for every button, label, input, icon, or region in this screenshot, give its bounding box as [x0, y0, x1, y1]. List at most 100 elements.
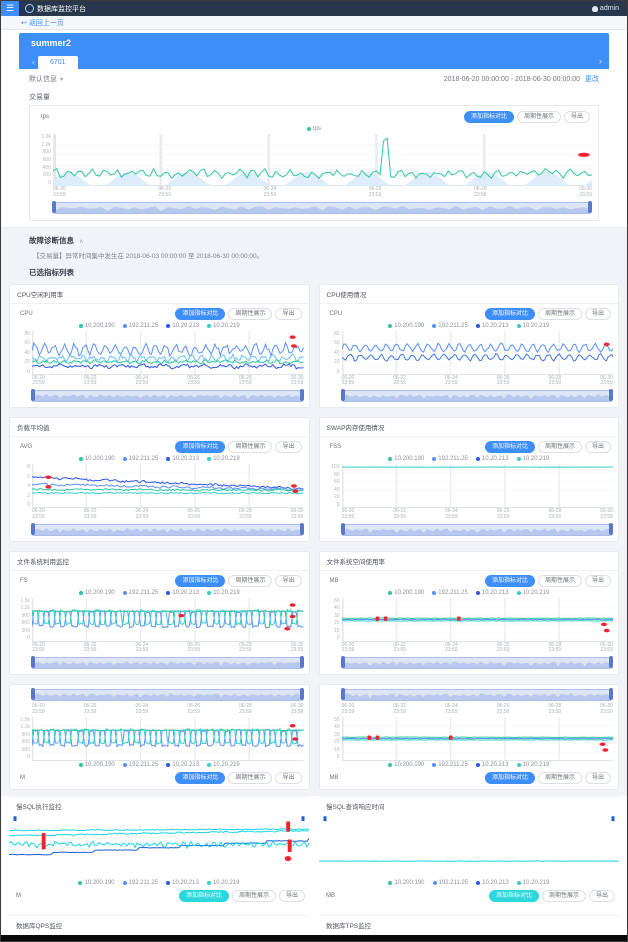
metric-chart[interactable]: 10.200.190192.211.2510.20.21310.20.21910…: [325, 455, 614, 536]
tps-chart[interactable]: tps1.2k1.0k800600400200006-2023:5906-222…: [36, 125, 592, 214]
legend-item[interactable]: 192.211.25: [432, 323, 468, 329]
legend-item[interactable]: 192.211.25: [432, 762, 468, 768]
export-button[interactable]: 导出: [585, 308, 611, 320]
brush-handle-left[interactable]: [341, 389, 345, 401]
add-compare-button[interactable]: 添加指标对比: [485, 575, 535, 587]
periodic-display-button[interactable]: 周期性展示: [538, 441, 582, 453]
legend-item[interactable]: 192.211.25: [433, 880, 469, 886]
metric-chart[interactable]: 06-2023:5906-2223:5906-2423:5906-2623:59…: [325, 689, 614, 770]
datazoom-slider[interactable]: [342, 657, 613, 669]
legend-item[interactable]: 10.20.219: [207, 880, 240, 886]
legend-item[interactable]: 10.20.213: [476, 590, 509, 596]
chart-canvas[interactable]: [342, 464, 614, 508]
legend-item[interactable]: 10.20.219: [207, 762, 240, 768]
metric-chart[interactable]: 10.200.190192.211.2510.20.21310.20.21950…: [325, 589, 614, 670]
brush-handle-right[interactable]: [609, 523, 613, 535]
add-compare-button[interactable]: 添加指标对比: [485, 308, 535, 320]
chart-canvas[interactable]: [32, 717, 304, 761]
hamburger-menu-icon[interactable]: ☰: [1, 1, 19, 16]
legend-item[interactable]: 10.20.219: [207, 456, 240, 462]
brush-handle-right[interactable]: [300, 523, 304, 535]
legend-item[interactable]: 192.211.25: [123, 880, 159, 886]
legend-item[interactable]: 10.200.190: [79, 456, 115, 462]
export-button[interactable]: 导出: [275, 575, 301, 587]
legend-item[interactable]: 10.200.190: [78, 880, 114, 886]
legend-item[interactable]: 10.20.219: [207, 323, 240, 329]
metric-chart[interactable]: 10.200.190192.211.2510.20.21310.20.21986…: [15, 455, 304, 536]
legend-item[interactable]: 10.200.190: [79, 323, 115, 329]
legend-item[interactable]: 10.200.190: [388, 456, 424, 462]
brush-handle-left[interactable]: [52, 201, 56, 213]
legend-item[interactable]: 10.20.213: [476, 456, 509, 462]
periodic-display-button[interactable]: 周期性展示: [228, 575, 272, 587]
legend-item[interactable]: 10.20.213: [166, 590, 199, 596]
metric-chart[interactable]: 10.200.190192.211.2510.20.21310.20.219: [319, 815, 619, 888]
datazoom-slider[interactable]: [342, 689, 613, 701]
legend-item[interactable]: tps: [307, 126, 321, 132]
metric-chart[interactable]: 10.200.190 192.211.25 10.20.213 10.20.219: [9, 815, 309, 888]
metric-chart[interactable]: 10.200.190192.211.2510.20.21310.20.21980…: [15, 322, 304, 403]
legend-item[interactable]: 10.20.219: [517, 762, 550, 768]
add-compare-button[interactable]: 添加指标对比: [175, 772, 225, 784]
datazoom-slider[interactable]: [342, 390, 613, 402]
change-range-link[interactable]: 更改: [585, 74, 599, 84]
chevron-left-icon[interactable]: ‹: [29, 55, 38, 69]
metric-chart[interactable]: 06-2023:5906-2223:5906-2423:5906-2623:59…: [15, 689, 304, 770]
brush-handle-right[interactable]: [609, 688, 613, 700]
legend-item[interactable]: 10.200.190: [388, 880, 424, 886]
chart-canvas[interactable]: [9, 815, 309, 879]
export-button[interactable]: 导出: [279, 890, 305, 902]
brush-handle-left[interactable]: [31, 523, 35, 535]
legend-item[interactable]: 10.20.213: [166, 456, 199, 462]
export-button[interactable]: 导出: [585, 441, 611, 453]
legend-item[interactable]: 10.20.213: [166, 762, 199, 768]
periodic-display-button[interactable]: 周期性展示: [538, 308, 582, 320]
legend-item[interactable]: 10.200.190: [388, 323, 424, 329]
export-button[interactable]: 导出: [564, 111, 590, 123]
add-compare-button[interactable]: 添加指标对比: [485, 441, 535, 453]
datazoom-slider[interactable]: [32, 657, 303, 669]
chart-canvas[interactable]: [319, 815, 619, 879]
legend-item[interactable]: 192.211.25: [123, 762, 159, 768]
export-button[interactable]: 导出: [585, 575, 611, 587]
chart-canvas[interactable]: [342, 331, 614, 375]
export-button[interactable]: 导出: [275, 308, 301, 320]
chart-canvas[interactable]: [32, 464, 304, 508]
metric-chart[interactable]: 10.200.190192.211.2510.20.21310.20.21980…: [325, 322, 614, 403]
legend-item[interactable]: 10.20.213: [476, 323, 509, 329]
back-link[interactable]: ↩ 返回上一页: [21, 18, 64, 28]
legend-item[interactable]: 10.20.213: [166, 880, 199, 886]
datazoom-slider[interactable]: [53, 202, 591, 214]
export-button[interactable]: 导出: [275, 772, 301, 784]
legend-item[interactable]: 10.200.190: [79, 762, 115, 768]
add-compare-button[interactable]: 添加指标对比: [175, 441, 225, 453]
legend-item[interactable]: 10.20.219: [517, 590, 550, 596]
user-menu[interactable]: admin: [592, 5, 619, 12]
add-compare-button[interactable]: 添加指标对比: [464, 111, 514, 123]
add-compare-button[interactable]: 添加指标对比: [175, 308, 225, 320]
legend-item[interactable]: 192.211.25: [432, 590, 468, 596]
legend-item[interactable]: 192.211.25: [432, 456, 468, 462]
brush-handle-left[interactable]: [341, 656, 345, 668]
periodic-display-button[interactable]: 周期性展示: [232, 890, 276, 902]
chart-canvas[interactable]: [32, 331, 304, 375]
datazoom-slider[interactable]: [32, 689, 303, 701]
legend-item[interactable]: 10.20.213: [166, 323, 199, 329]
chart-canvas[interactable]: [32, 598, 304, 642]
periodic-display-button[interactable]: 周期性展示: [228, 308, 272, 320]
brush-handle-left[interactable]: [31, 656, 35, 668]
brush-handle-right[interactable]: [609, 389, 613, 401]
export-button[interactable]: 导出: [585, 772, 611, 784]
brush-handle-left[interactable]: [31, 688, 35, 700]
collapse-caret-icon[interactable]: ∧: [79, 239, 83, 245]
legend-item[interactable]: 10.20.213: [476, 880, 509, 886]
info-label[interactable]: 默认信息: [29, 74, 57, 84]
brush-handle-left[interactable]: [31, 389, 35, 401]
brush-handle-left[interactable]: [341, 523, 345, 535]
legend-item[interactable]: 10.200.190: [388, 762, 424, 768]
brush-handle-right[interactable]: [588, 201, 592, 213]
metric-chart[interactable]: 10.200.190192.211.2510.20.21310.20.2191.…: [15, 589, 304, 670]
datazoom-slider[interactable]: [32, 390, 303, 402]
add-compare-button[interactable]: 添加指标对比: [179, 890, 229, 902]
legend-item[interactable]: 10.20.219: [517, 456, 550, 462]
